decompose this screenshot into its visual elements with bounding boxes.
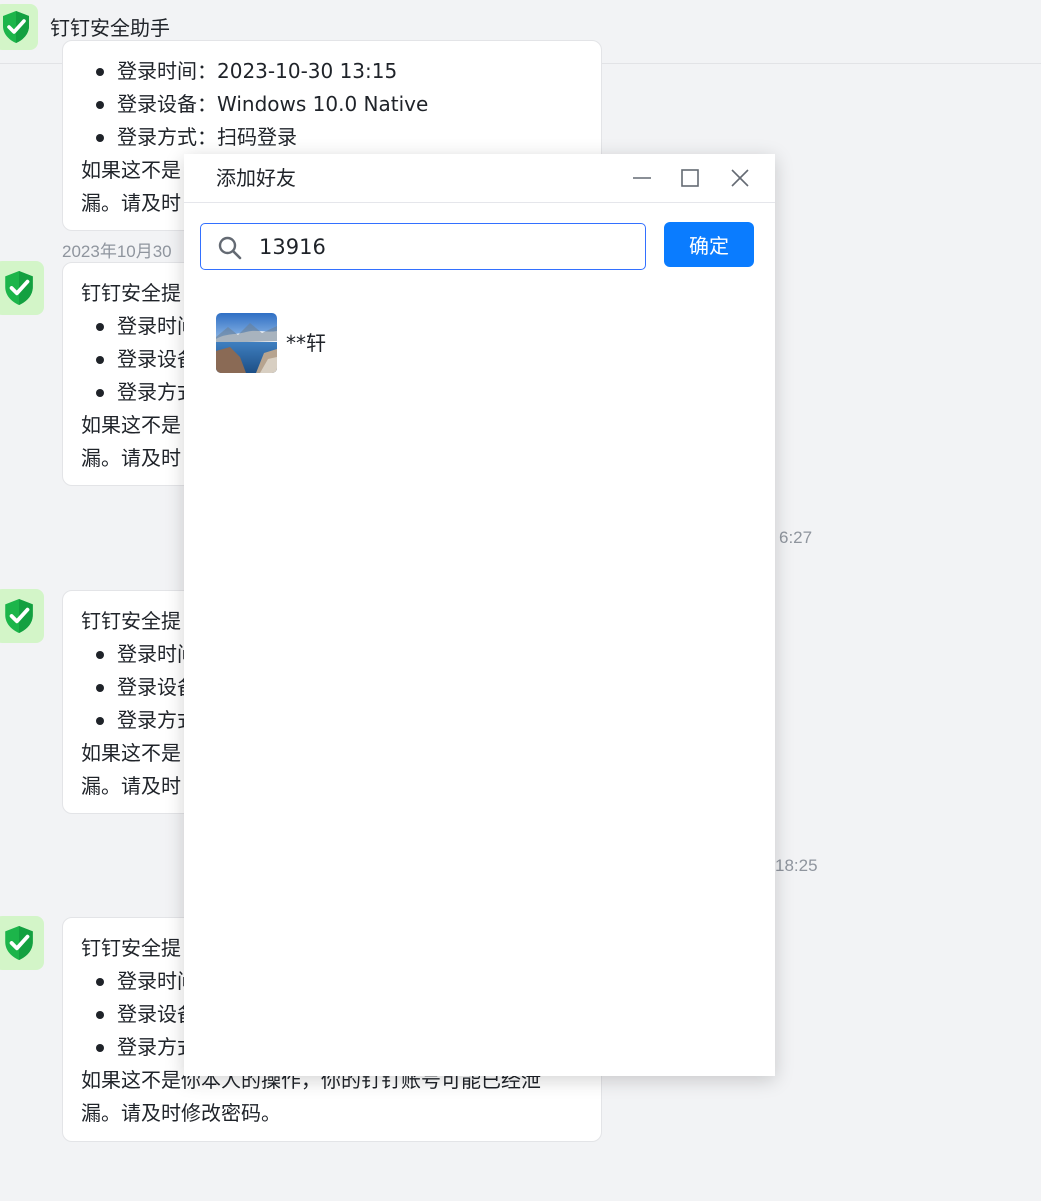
list-item: 登录时间：2023-10-30 13:15 xyxy=(81,55,583,88)
login-info-list: 登录时间：2023-10-30 13:15 登录设备：Windows 10.0 … xyxy=(81,55,583,154)
shield-check-icon xyxy=(5,271,33,305)
minimize-icon xyxy=(633,177,651,179)
close-button[interactable] xyxy=(723,162,757,194)
assistant-avatar[interactable] xyxy=(0,261,44,315)
minimize-button[interactable] xyxy=(625,162,659,194)
close-icon xyxy=(731,169,749,187)
shield-check-icon xyxy=(3,11,29,43)
message-timestamp: 6:27 xyxy=(779,528,813,547)
list-item: 登录设备：Windows 10.0 Native xyxy=(81,88,583,121)
shield-check-icon xyxy=(5,599,33,633)
result-avatar xyxy=(216,313,277,373)
assistant-avatar[interactable] xyxy=(0,4,38,50)
maximize-button[interactable] xyxy=(673,162,707,194)
dialog-title: 添加好友 xyxy=(216,166,296,190)
list-item: 登录方式：扫码登录 xyxy=(81,121,583,154)
search-result-item[interactable]: **轩 xyxy=(216,313,746,375)
dialog-titlebar[interactable]: 添加好友 xyxy=(184,154,775,203)
assistant-avatar[interactable] xyxy=(0,916,44,970)
message-timestamp: 18:25 xyxy=(775,856,818,875)
search-icon xyxy=(218,236,242,260)
message-footer-line: 漏。请及时修改密码。 xyxy=(81,1101,281,1125)
search-box[interactable] xyxy=(200,223,646,270)
result-name: **轩 xyxy=(286,331,326,355)
shield-check-icon xyxy=(5,926,33,960)
add-friend-dialog: 添加好友 确定 xyxy=(184,154,775,1076)
landscape-photo-icon xyxy=(216,313,277,373)
search-input[interactable] xyxy=(259,230,629,264)
confirm-button[interactable]: 确定 xyxy=(664,222,754,267)
assistant-avatar[interactable] xyxy=(0,589,44,643)
maximize-icon xyxy=(681,169,699,187)
chat-title: 钉钉安全助手 xyxy=(50,16,170,40)
message-timestamp: 2023年10月30 xyxy=(62,242,172,261)
